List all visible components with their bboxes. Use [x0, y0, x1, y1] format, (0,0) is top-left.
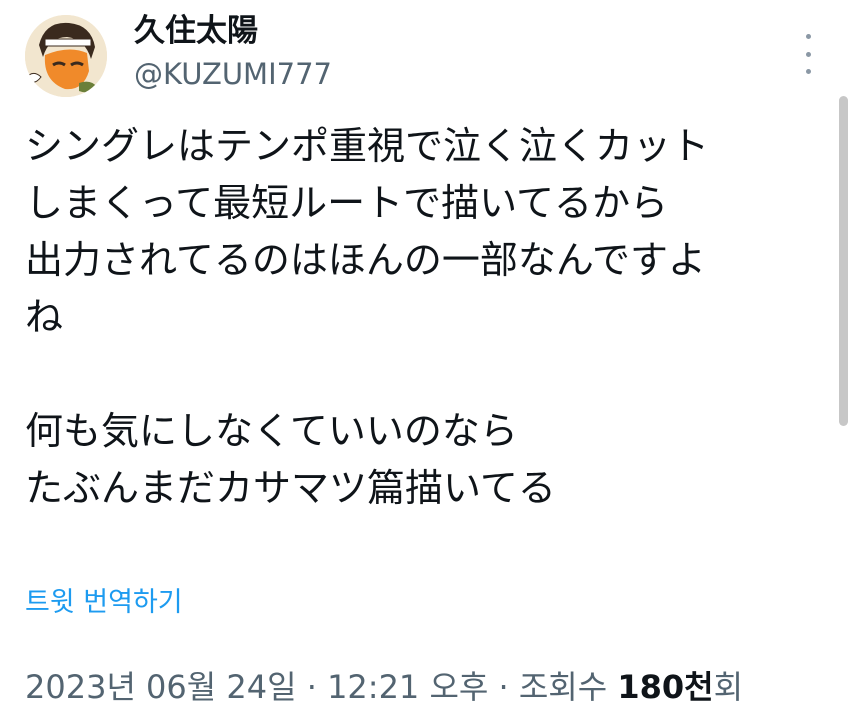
tweet-line: 何も気にしなくていいのなら	[25, 409, 518, 453]
more-vertical-icon[interactable]	[803, 34, 813, 74]
views-label: 조회수	[518, 668, 608, 706]
tweet-date[interactable]: 2023년 06월 24일	[25, 668, 297, 706]
separator: ·	[306, 668, 317, 706]
tweet-line: シングレはテンポ重視で泣く泣くカット	[25, 124, 710, 168]
tweet-line: たぶんまだカサマツ篇描いてる	[25, 466, 556, 510]
user-handle[interactable]: @KUZUMI777	[134, 54, 332, 94]
dot	[805, 69, 811, 74]
views-count: 180천	[617, 668, 714, 706]
tweet-meta: 2023년 06월 24일 · 12:21 오후 · 조회수 180천회	[25, 662, 743, 712]
separator: ·	[498, 668, 509, 706]
tweet-text: シングレはテンポ重視で泣く泣くカット しまくって最短ルートで描いてるから 出力さ…	[25, 118, 815, 517]
dot	[805, 34, 811, 39]
views-suffix: 회	[713, 668, 744, 706]
translate-tweet-link[interactable]: 트윗 번역하기	[25, 580, 183, 619]
avatar-illustration	[25, 15, 107, 97]
tweet-header: 久住太陽 @KUZUMI777	[25, 12, 825, 102]
tweet-line: 出力されてるのはほんの一部なんですよ	[25, 238, 706, 282]
display-name[interactable]: 久住太陽	[134, 12, 332, 50]
tweet-line: しまくって最短ルートで描いてるから	[25, 181, 668, 225]
avatar[interactable]	[25, 15, 107, 97]
dot	[805, 51, 811, 57]
tweet-time[interactable]: 12:21 오후	[327, 668, 488, 706]
scrollbar-thumb[interactable]	[839, 96, 848, 426]
author-names: 久住太陽 @KUZUMI777	[134, 12, 332, 94]
tweet-line: ね	[25, 295, 64, 339]
